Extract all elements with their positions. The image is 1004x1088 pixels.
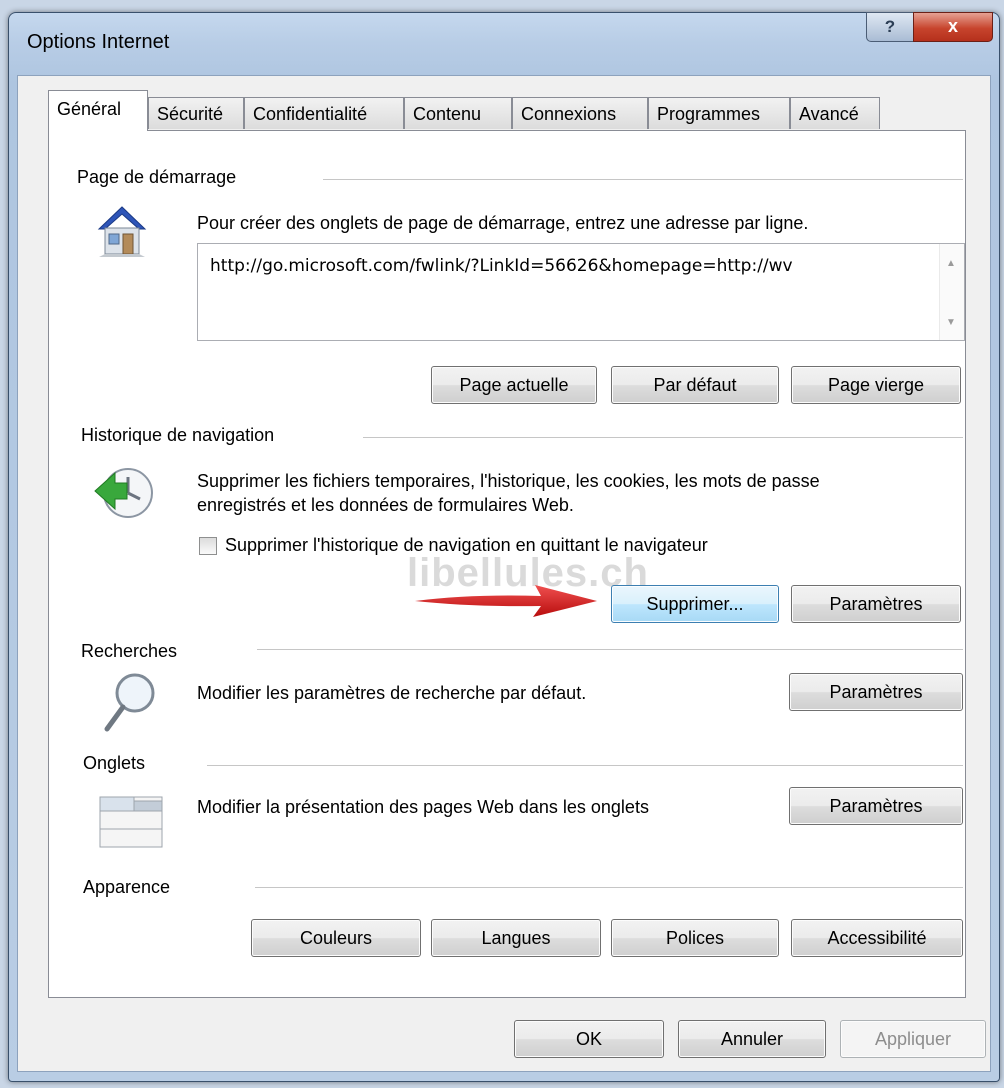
history-description-line1: Supprimer les fichiers temporaires, l'hi…: [197, 471, 820, 491]
title-bar[interactable]: Options Internet ? x: [9, 12, 999, 73]
scroll-up-arrow-icon[interactable]: ▲: [946, 258, 956, 269]
house-icon: [97, 206, 147, 257]
tabs-group-divider: [207, 765, 963, 766]
tab-securite[interactable]: Sécurité: [148, 97, 244, 129]
window-title: Options Internet: [27, 31, 170, 53]
tabs-window-icon: [99, 796, 163, 848]
ok-button[interactable]: OK: [514, 1020, 664, 1058]
home-url-scrollbar[interactable]: ▲ ▼: [939, 244, 964, 340]
history-group-title: Historique de navigation: [81, 425, 275, 445]
history-group-divider: [363, 437, 963, 438]
dialog-client-area: Général Sécurité Confidentialité Contenu…: [17, 75, 991, 1072]
blank-page-button[interactable]: Page vierge: [791, 366, 961, 404]
tab-connexions[interactable]: Connexions: [512, 97, 648, 129]
cancel-button[interactable]: Annuler: [678, 1020, 826, 1058]
tabs-settings-button[interactable]: Paramètres: [789, 787, 963, 825]
history-clock-icon: [94, 468, 153, 518]
search-group-title: Recherches: [81, 641, 178, 661]
tabs-description: Modifier la présentation des pages Web d…: [197, 797, 649, 817]
default-page-button[interactable]: Par défaut: [611, 366, 779, 404]
fonts-button[interactable]: Polices: [611, 919, 779, 957]
search-group-divider: [257, 649, 963, 650]
delete-history-on-exit-checkbox[interactable]: [199, 537, 217, 555]
history-settings-button[interactable]: Paramètres: [791, 585, 961, 623]
tab-confidentialite[interactable]: Confidentialité: [244, 97, 404, 129]
accessibility-button[interactable]: Accessibilité: [791, 919, 963, 957]
close-button[interactable]: x: [913, 12, 993, 42]
colors-button[interactable]: Couleurs: [251, 919, 421, 957]
home-group-title: Page de démarrage: [77, 167, 237, 187]
appearance-group-title: Apparence: [83, 877, 171, 897]
home-description: Pour créer des onglets de page de démarr…: [197, 213, 809, 233]
tab-programmes[interactable]: Programmes: [648, 97, 790, 129]
languages-button[interactable]: Langues: [431, 919, 601, 957]
general-tab-panel: Page de démarrage Pour créer des onglets…: [48, 130, 966, 998]
tab-avance[interactable]: Avancé: [790, 97, 880, 129]
history-description-line2: enregistrés et les données de formulaire…: [197, 495, 574, 515]
home-url-textarea[interactable]: http://go.microsoft.com/fwlink/?LinkId=5…: [197, 243, 965, 341]
magnifier-icon: [104, 673, 155, 732]
home-group-divider: [323, 179, 963, 180]
red-arrow-icon: [415, 585, 597, 617]
tabs-group-title: Onglets: [83, 753, 146, 773]
search-settings-button[interactable]: Paramètres: [789, 673, 963, 711]
help-button[interactable]: ?: [866, 12, 914, 42]
current-page-button[interactable]: Page actuelle: [431, 366, 597, 404]
scroll-down-arrow-icon[interactable]: ▼: [946, 317, 956, 328]
tab-contenu[interactable]: Contenu: [404, 97, 512, 129]
delete-history-button[interactable]: Supprimer...: [611, 585, 779, 623]
home-url-value: http://go.microsoft.com/fwlink/?LinkId=5…: [210, 256, 793, 276]
tab-general[interactable]: Général: [48, 90, 148, 131]
apply-button[interactable]: Appliquer: [840, 1020, 986, 1058]
appearance-group-divider: [255, 887, 963, 888]
search-description: Modifier les paramètres de recherche par…: [197, 683, 587, 703]
options-internet-window: Options Internet ? x Général Sécurité Co…: [8, 12, 1000, 1082]
